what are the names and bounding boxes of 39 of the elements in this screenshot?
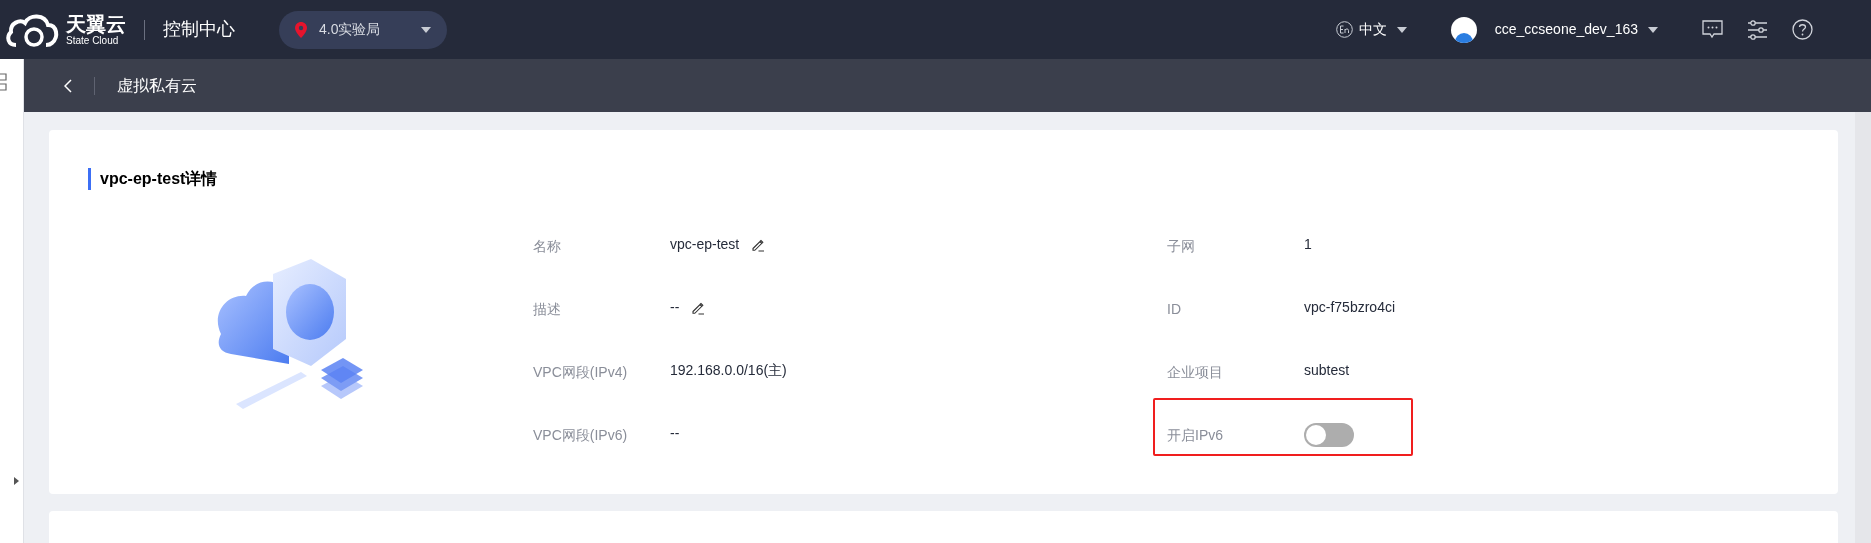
field-label: 子网	[1167, 238, 1195, 254]
field-label: VPC网段(IPv4)	[533, 364, 628, 380]
card-title: vpc-ep-test详情	[100, 169, 218, 189]
logo-text: 天翼云	[66, 13, 126, 34]
field-label: 开启IPv6	[1167, 427, 1223, 443]
page-title: 虚拟私有云	[117, 75, 197, 96]
grid-icon[interactable]	[0, 73, 8, 91]
language-selector[interactable]: 中文	[1335, 19, 1407, 40]
field-value: vpc-f75bzro4ci	[1304, 298, 1396, 317]
user-menu[interactable]: cce_ccseone_dev_163	[1494, 19, 1658, 40]
field-label: VPC网段(IPv6)	[533, 427, 628, 443]
field-label: ID	[1167, 301, 1181, 317]
field-label: 企业项目	[1167, 364, 1223, 380]
location-pin-icon	[295, 21, 307, 38]
caret-down-icon	[1648, 26, 1658, 33]
field-value: --	[670, 424, 680, 443]
message-icon[interactable]	[1702, 19, 1723, 40]
field-value: 1	[1304, 235, 1312, 254]
field-value: subtest	[1304, 361, 1350, 380]
language-icon	[1335, 21, 1353, 38]
back-icon[interactable]	[64, 78, 72, 93]
scrollbar[interactable]	[1855, 112, 1871, 543]
edit-icon[interactable]	[751, 237, 766, 252]
avatar	[1450, 16, 1477, 43]
caret-down-icon	[421, 26, 431, 33]
console-title: 控制中心	[163, 18, 235, 41]
edit-icon[interactable]	[691, 300, 706, 315]
field-value: vpc-ep-test	[670, 235, 740, 254]
field-value: --	[670, 298, 680, 317]
ipv6-toggle[interactable]	[1304, 423, 1354, 447]
help-icon[interactable]	[1792, 19, 1813, 40]
logo-subtext: State Cloud	[66, 35, 120, 46]
settings-sliders-icon[interactable]	[1747, 19, 1768, 40]
region-selector[interactable]: 4.0实验局	[279, 10, 447, 49]
field-label: 描述	[533, 301, 561, 317]
field-value: 192.168.0.0/16(主)	[670, 361, 787, 380]
caret-right-icon	[13, 477, 19, 485]
field-label: 名称	[533, 238, 561, 254]
caret-down-icon	[1396, 26, 1407, 33]
